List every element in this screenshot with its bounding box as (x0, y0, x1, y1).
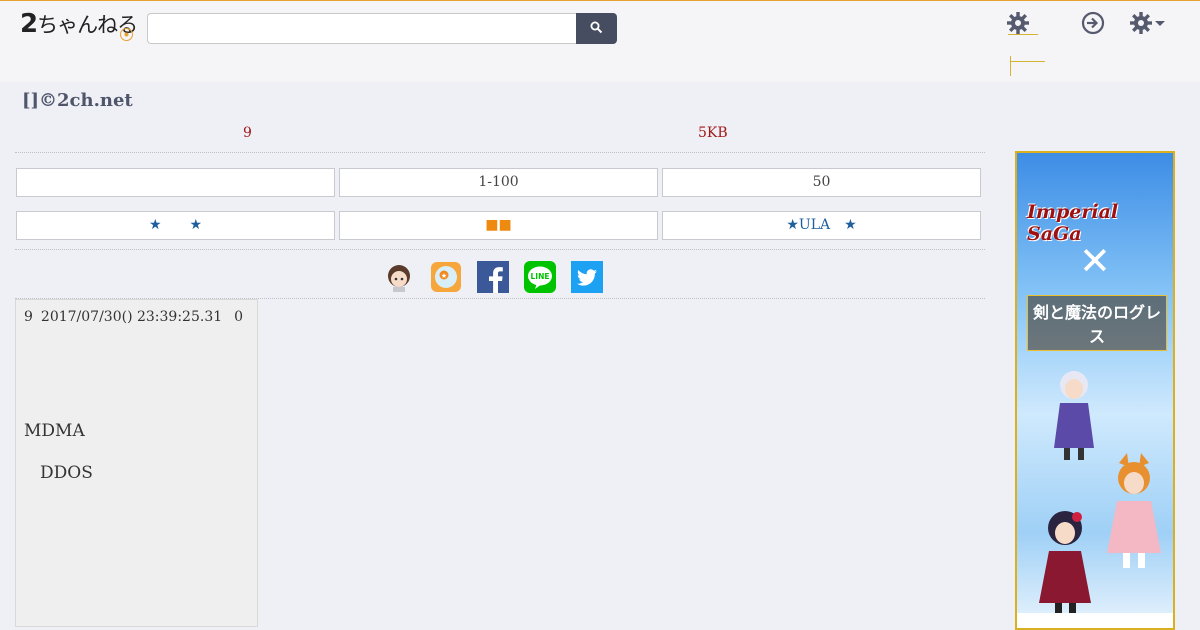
search-input[interactable] (147, 13, 578, 44)
thread-title: []©2ch.net (22, 90, 133, 111)
header-bar: 2ちゃんねる (0, 0, 1200, 82)
facebook-icon[interactable] (477, 261, 509, 293)
nav-row-2: ★ ★ ■■ ★ULA ★ (16, 211, 981, 240)
thread-meta: 9 5KB (15, 125, 985, 153)
nav-button-star[interactable]: ★ ★ (16, 211, 335, 240)
post: 9 2017/07/30() 23:39:25.31 0 MDMA DDOS (15, 299, 258, 627)
nav-button-1-100[interactable]: 1-100 (339, 168, 658, 197)
settings-dropdown-icon[interactable] (1129, 11, 1167, 35)
post-datetime: 2017/07/30() 23:39:25.31 (40, 309, 223, 325)
thread-size: 5KB (698, 125, 728, 141)
nav-button-all[interactable] (16, 168, 335, 197)
response-count: 9 (243, 125, 252, 141)
search-button[interactable] (576, 13, 617, 44)
post-number[interactable]: 9 (24, 309, 33, 325)
divider (15, 249, 985, 250)
ad-banner[interactable]: Imperial SaGa ✕ 剣と魔法のログレス (1015, 151, 1175, 630)
ad-character-image (1039, 511, 1091, 615)
ad-bottom-banner (1017, 613, 1173, 628)
nav-button-ula[interactable]: ★ULA ★ (662, 211, 981, 240)
logo-badge-icon (120, 28, 133, 41)
svg-text:★: ★ (441, 272, 447, 280)
nav-button-latest-50[interactable]: 50 (662, 168, 981, 197)
line-icon-label: LINE (531, 272, 550, 281)
ad-character-image (1107, 453, 1161, 568)
ad-cross-graphic: ✕ (1079, 239, 1111, 283)
chara-avatar-icon[interactable] (383, 261, 415, 293)
post-id[interactable]: 0 (234, 309, 243, 325)
line-icon[interactable]: LINE (524, 261, 556, 293)
logo-number: 2 (20, 9, 38, 39)
nav-button-squares[interactable]: ■■ (339, 211, 658, 240)
post-body-line: MDMA (24, 421, 85, 441)
nav-row-1: 1-100 50 (16, 168, 981, 197)
gear-icon[interactable] (1006, 11, 1030, 35)
login-icon[interactable] (1081, 11, 1105, 35)
ad-character-image (1054, 371, 1094, 460)
ad-subtitle: 剣と魔法のログレス (1027, 295, 1167, 351)
header-menu-divider (1008, 34, 1038, 35)
search-icon (590, 21, 603, 34)
header-menu-hline (1010, 61, 1045, 62)
post-header: 9 2017/07/30() 23:39:25.31 0 (24, 309, 243, 325)
header-menu-vline (1010, 56, 1011, 76)
post-body-line: DDOS (40, 463, 93, 483)
twitter-icon[interactable] (571, 261, 603, 293)
ball-icon[interactable]: ★ (430, 261, 462, 293)
